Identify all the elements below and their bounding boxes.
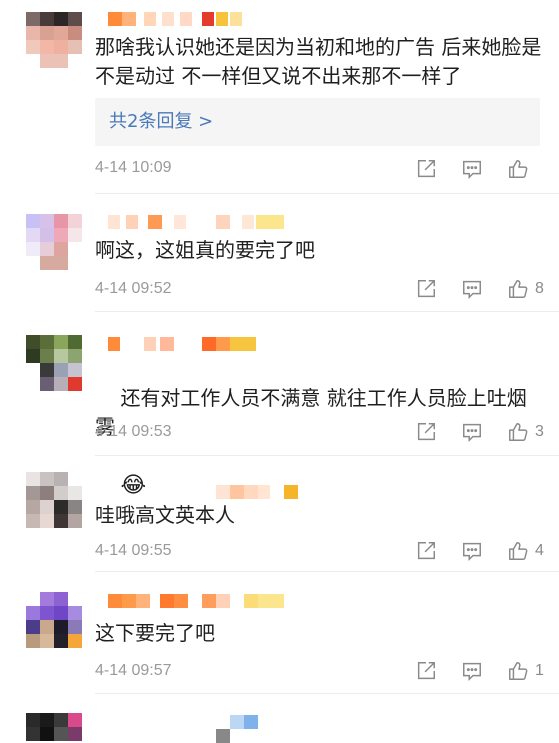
share-button[interactable] — [415, 421, 437, 443]
reply-button[interactable] — [461, 660, 483, 682]
like-button[interactable]: 8 — [507, 278, 545, 300]
comment-icon — [463, 160, 481, 180]
comment-time: 4-14 09:52 — [95, 280, 172, 297]
reply-button[interactable] — [461, 158, 483, 180]
comment-time: 4-14 09:55 — [95, 542, 172, 559]
comment-icon — [463, 423, 481, 443]
avatar[interactable] — [26, 592, 82, 648]
comment-text: 这下要完了吧 — [95, 621, 215, 645]
like-count: 8 — [535, 280, 544, 297]
comment-icon — [463, 662, 481, 682]
avatar[interactable] — [26, 214, 82, 270]
share-icon — [417, 542, 435, 560]
comment-text: 啊这，这姐真的要完了吧 — [95, 238, 315, 262]
thumbs-up-icon — [509, 160, 528, 178]
thumbs-up-icon — [509, 280, 528, 298]
avatar[interactable] — [26, 472, 82, 528]
like-count: 4 — [535, 542, 544, 559]
divider — [95, 455, 559, 456]
reply-button[interactable] — [461, 278, 483, 300]
comment-time: 4-14 10:09 — [95, 159, 172, 176]
share-icon — [417, 280, 435, 298]
comment-item-partial — [0, 695, 559, 743]
comment-actions: 8 — [391, 277, 545, 301]
comment-text: 那啥我认识她还是因为当初和地的广告 后来她脸是不是动过 不一样但又说不出来那不一… — [95, 35, 542, 88]
share-button[interactable] — [415, 540, 437, 562]
avatar[interactable] — [26, 713, 82, 741]
like-button[interactable]: 1 — [507, 660, 545, 682]
thumbs-up-icon — [509, 423, 528, 441]
comment-item: 啊这，这姐真的要完了吧 4-14 09:52 8 — [0, 195, 559, 313]
like-button[interactable]: 4 — [507, 540, 545, 562]
comment-text: 哇哦高文英本人 — [95, 503, 235, 527]
divider — [95, 693, 559, 694]
divider — [95, 571, 559, 572]
like-count: 3 — [535, 423, 544, 440]
comment-actions — [391, 157, 545, 181]
comment-item: 还有对工作人员不满意 就往工作人员脸上吐烟雾 😂 4-14 09:53 3 — [0, 313, 559, 498]
like-count: 1 — [535, 662, 544, 679]
comment-actions: 1 — [391, 659, 545, 683]
like-button[interactable] — [507, 158, 545, 180]
avatar[interactable] — [26, 12, 82, 68]
share-icon — [417, 423, 435, 441]
comment-actions: 3 — [391, 420, 545, 444]
reply-button[interactable] — [461, 421, 483, 443]
share-button[interactable] — [415, 278, 437, 300]
view-replies-link[interactable]: 共2条回复 > — [95, 98, 540, 146]
thumbs-up-icon — [509, 662, 528, 680]
divider — [95, 311, 559, 312]
reply-button[interactable] — [461, 540, 483, 562]
share-icon — [417, 160, 435, 178]
comment-icon — [463, 280, 481, 300]
comment-time: 4-14 09:57 — [95, 662, 172, 679]
share-button[interactable] — [415, 660, 437, 682]
comment-icon — [463, 542, 481, 562]
share-button[interactable] — [415, 158, 437, 180]
thumbs-up-icon — [509, 542, 528, 560]
comment-item: 那啥我认识她还是因为当初和地的广告 后来她脸是不是动过 不一样但又说不出来那不一… — [0, 0, 559, 195]
like-button[interactable]: 3 — [507, 421, 545, 443]
comment-actions: 4 — [391, 539, 545, 563]
share-icon — [417, 662, 435, 680]
comment-time: 4-14 09:53 — [95, 423, 172, 440]
comment-item: 哇哦高文英本人 4-14 09:55 4 — [0, 457, 559, 573]
avatar[interactable] — [26, 335, 82, 391]
divider — [95, 193, 559, 194]
comment-item: 这下要完了吧 4-14 09:57 1 — [0, 573, 559, 695]
